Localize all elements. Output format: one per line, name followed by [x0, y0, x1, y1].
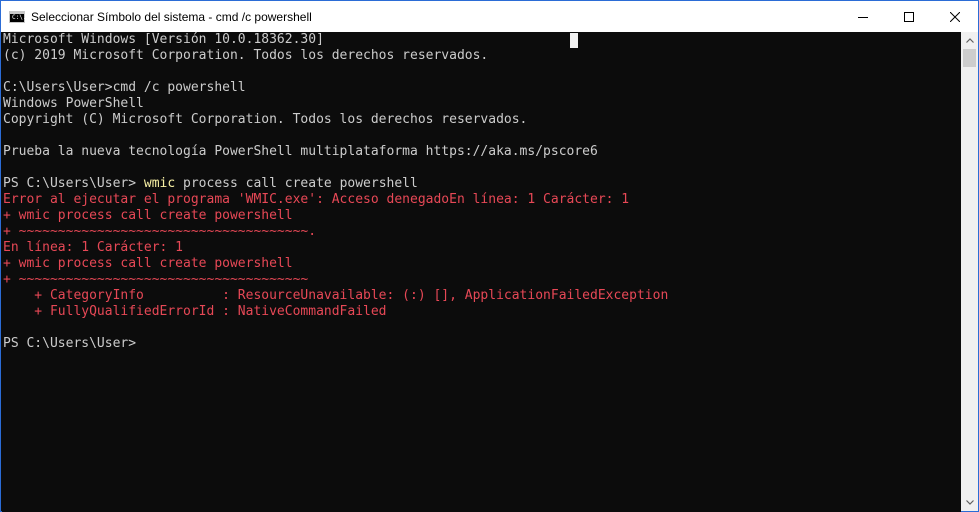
window-title: Seleccionar Símbolo del sistema - cmd /c…	[31, 9, 312, 24]
maximize-button[interactable]	[886, 1, 932, 32]
scroll-up-button[interactable]	[961, 32, 978, 49]
command-keyword: wmic	[143, 176, 176, 191]
console-line: Copyright (C) Microsoft Corporation. Tod…	[3, 112, 528, 127]
console-line: (c) 2019 Microsoft Corporation. Todos lo…	[3, 48, 489, 63]
console-line: Prueba la nueva tecnología PowerShell mu…	[3, 144, 598, 159]
console-line: + wmic process call create powershell	[3, 208, 293, 223]
minimize-icon	[858, 16, 868, 18]
chevron-down-icon	[965, 500, 974, 505]
vertical-scrollbar[interactable]	[961, 32, 978, 511]
console-line: Microsoft Windows [Versión 10.0.18362.30…	[3, 32, 324, 47]
scroll-down-button[interactable]	[961, 494, 978, 511]
title-bar[interactable]: C:\. Seleccionar Símbolo del sistema - c…	[1, 1, 978, 32]
cmd-icon[interactable]: C:\.	[9, 10, 27, 23]
console-line: + ~~~~~~~~~~~~~~~~~~~~~~~~~~~~~~~~~~~~~	[3, 272, 309, 287]
prompt-text: PS C:\Users\User>	[3, 176, 144, 191]
console-line: En línea: 1 Carácter: 1	[3, 240, 184, 255]
console-line: PS C:\Users\User> wmic process call crea…	[3, 176, 418, 192]
maximize-icon	[904, 11, 914, 22]
console-window: C:\. Seleccionar Símbolo del sistema - c…	[0, 0, 979, 512]
command-arguments: process call create powershell	[175, 176, 418, 191]
console-line: C:\Users\User>cmd /c powershell	[3, 80, 246, 95]
console-line: + wmic process call create powershell	[3, 256, 293, 271]
text-cursor	[570, 33, 578, 48]
close-icon	[950, 11, 960, 22]
console-line: + FullyQualifiedErrorId : NativeCommandF…	[3, 304, 387, 319]
console-line: Error al ejecutar el programa 'WMIC.exe'…	[3, 192, 630, 207]
chevron-up-icon	[965, 38, 974, 43]
console-line: Windows PowerShell	[3, 96, 144, 111]
cmd-icon-text: C:\.	[12, 13, 27, 21]
console-line: + ~~~~~~~~~~~~~~~~~~~~~~~~~~~~~~~~~~~~~.	[3, 224, 317, 239]
console-line: PS C:\Users\User>	[3, 336, 137, 351]
console-line: + CategoryInfo : ResourceUnavailable: (:…	[3, 288, 669, 303]
scrollbar-thumb[interactable]	[963, 49, 976, 67]
minimize-button[interactable]	[840, 1, 886, 32]
close-button[interactable]	[932, 1, 978, 32]
window-controls	[840, 1, 978, 32]
console-output[interactable]: Microsoft Windows [Versión 10.0.18362.30…	[2, 32, 961, 512]
